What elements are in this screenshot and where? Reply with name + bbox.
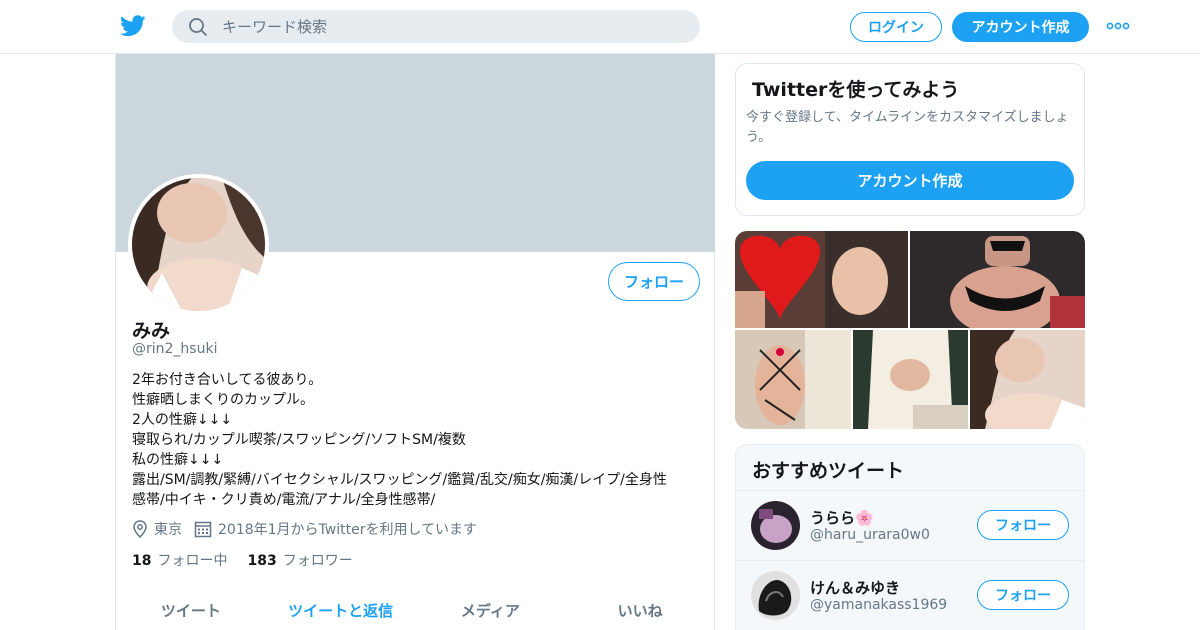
- media-thumbnail[interactable]: [853, 330, 968, 429]
- bio-line: 露出/SM/調教/緊縛/バイセクシャル/スワッピング/鑑賞/乱交/痴女/痴漢/レ…: [132, 472, 667, 488]
- follow-button[interactable]: フォロー: [608, 262, 700, 301]
- recommended-title: おすすめツイート: [752, 460, 905, 482]
- recommended-user[interactable]: うらら🌸 @haru_urara0w0 フォロー: [736, 490, 1084, 560]
- following-stat[interactable]: 18 フォロー中: [132, 550, 227, 570]
- bio-line: 感帯/中イキ・クリ責め/電流/アナル/全身性感帯/: [132, 492, 436, 508]
- profile-column: フォロー みみ @rin2_hsuki 2年お付き合いしてる彼あり。 性癖晒しま…: [115, 54, 715, 630]
- signup-card-button[interactable]: アカウント作成: [746, 161, 1074, 200]
- tab-tweets-and-replies[interactable]: ツイートと返信: [266, 592, 416, 630]
- more-dots-icon[interactable]: [1106, 18, 1130, 34]
- tab-media[interactable]: メディア: [416, 592, 566, 630]
- profile-avatar[interactable]: [128, 174, 269, 315]
- profile-tabs: ツイート ツイートと返信 メディア いいね: [116, 592, 715, 630]
- search-input[interactable]: [222, 10, 682, 43]
- profile-stats: 18 フォロー中 183 フォロワー: [132, 550, 373, 570]
- media-thumbnail[interactable]: [910, 231, 1085, 328]
- follow-button[interactable]: フォロー: [977, 580, 1069, 610]
- avatar[interactable]: [751, 501, 800, 550]
- followers-stat[interactable]: 183 フォロワー: [247, 550, 352, 570]
- recommended-user-handle: @yamanakass1969: [810, 597, 948, 613]
- login-button[interactable]: ログイン: [850, 12, 942, 42]
- avatar-photo: [132, 178, 265, 311]
- profile-bio: 2年お付き合いしてる彼あり。 性癖晒しまくりのカップル。 2人の性癖↓↓↓ 寝取…: [132, 370, 702, 510]
- profile-meta: 東京 2018年1月からTwitterを利用しています: [132, 519, 477, 539]
- search-icon: [189, 18, 207, 36]
- profile-location: 東京: [154, 522, 182, 538]
- tab-likes[interactable]: いいね: [565, 592, 715, 630]
- followers-count: 183: [247, 553, 277, 569]
- signup-card-title: Twitterを使ってみよう: [752, 79, 960, 101]
- signup-button[interactable]: アカウント作成: [952, 12, 1089, 42]
- media-thumbnail[interactable]: [735, 330, 851, 429]
- signup-card-description: 今すぐ登録して、タイムラインをカスタマイズしましょう。: [746, 110, 1069, 145]
- twitter-bird-icon[interactable]: [120, 14, 146, 38]
- avatar[interactable]: [751, 571, 800, 620]
- following-count: 18: [132, 553, 152, 569]
- recommended-tweets-card: おすすめツイート うらら🌸 @haru_urara0w0 フォロー けん＆みゆき…: [735, 444, 1085, 630]
- follow-button[interactable]: フォロー: [977, 510, 1069, 540]
- recommended-user-handle: @haru_urara0w0: [810, 527, 930, 543]
- search-bar: [172, 10, 700, 43]
- signup-card: Twitterを使ってみよう 今すぐ登録して、タイムラインをカスタマイズしましょ…: [735, 63, 1085, 216]
- recommended-user-name: けん＆みゆき: [810, 579, 901, 597]
- bio-line: 性癖晒しまくりのカップル。: [132, 392, 314, 408]
- media-grid: [735, 231, 1085, 429]
- media-thumbnail[interactable]: [970, 330, 1085, 429]
- recommended-user[interactable]: けん＆みゆき @yamanakass1969 フォロー: [736, 560, 1084, 630]
- bio-line: 2年お付き合いしてる彼あり。: [132, 372, 323, 388]
- top-navigation-bar: ログイン アカウント作成: [0, 0, 1200, 54]
- location-pin-icon: [133, 520, 147, 538]
- tab-tweets[interactable]: ツイート: [116, 592, 266, 630]
- following-label: フォロー中: [157, 553, 228, 569]
- recommended-user-name: うらら🌸: [810, 509, 874, 527]
- followers-label: フォロワー: [282, 553, 353, 569]
- profile-handle[interactable]: @rin2_hsuki: [132, 341, 217, 357]
- bio-line: 私の性癖↓↓↓: [132, 452, 224, 468]
- calendar-icon: [194, 521, 212, 538]
- media-thumbnail[interactable]: [735, 231, 908, 328]
- bio-line: 寝取られ/カップル喫茶/スワッピング/ソフトSM/複数: [132, 432, 466, 448]
- profile-joined-date: 2018年1月からTwitterを利用しています: [218, 522, 478, 538]
- profile-name: みみ: [132, 320, 171, 342]
- bio-line: 2人の性癖↓↓↓: [132, 412, 233, 428]
